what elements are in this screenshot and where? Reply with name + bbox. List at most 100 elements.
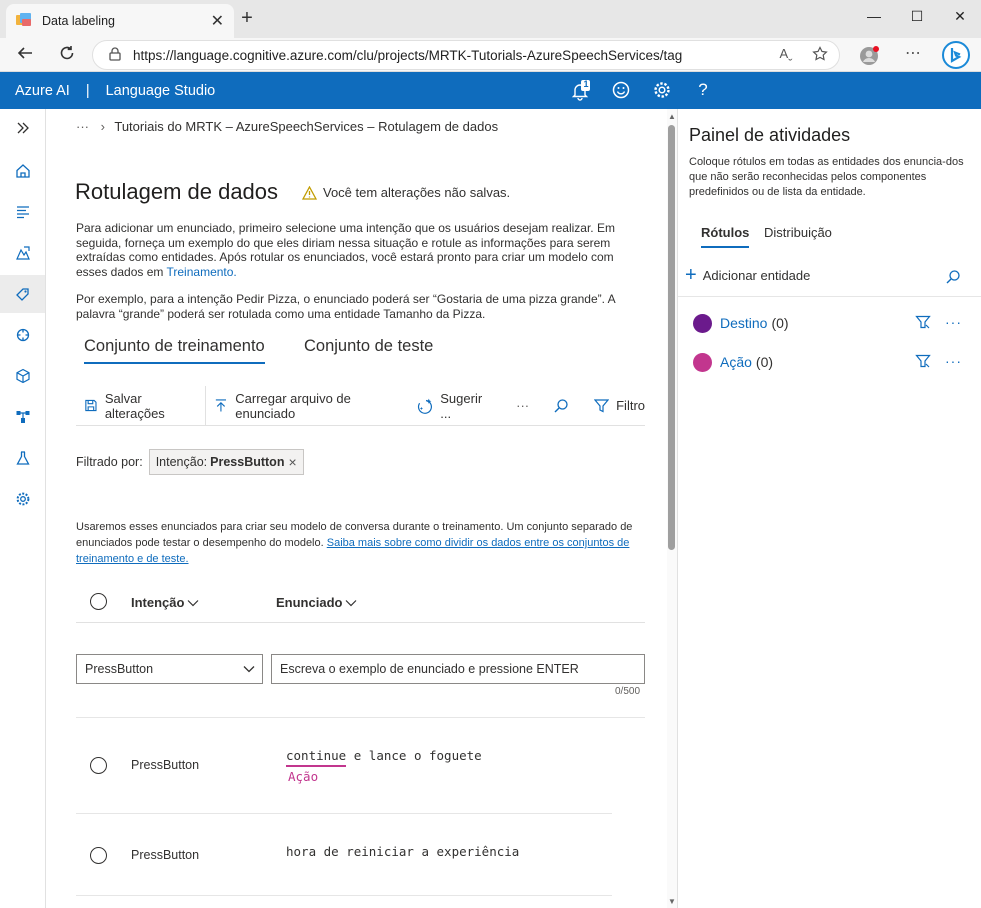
- unsaved-warning: Você tem alterações não salvas.: [302, 185, 510, 200]
- row-intent: PressButton: [131, 758, 200, 772]
- scrollbar-thumb[interactable]: [668, 125, 675, 550]
- tab-test-set[interactable]: Conjunto de teste: [304, 337, 433, 356]
- entity-name[interactable]: Destino: [720, 315, 767, 331]
- home-icon[interactable]: [0, 152, 45, 190]
- intro-text: Para adicionar um enunciado, primeiro se…: [76, 221, 615, 279]
- feedback-smiley-icon[interactable]: [610, 80, 632, 102]
- maximize-icon[interactable]: ☐: [905, 8, 929, 28]
- entity-name[interactable]: Ação: [720, 354, 752, 370]
- window-close-icon[interactable]: ✕: [948, 8, 972, 28]
- tab-close-icon[interactable]: ✕: [211, 11, 224, 31]
- favorite-icon[interactable]: [810, 46, 830, 64]
- scroll-up-icon[interactable]: ▲: [668, 112, 676, 121]
- intro-paragraph: Para adicionar um enunciado, primeiro se…: [76, 221, 636, 279]
- tab-distribution[interactable]: Distribuição: [764, 225, 832, 240]
- read-aloud-icon[interactable]: Aˬ: [776, 46, 796, 64]
- utterance-input[interactable]: Escreva o exemplo de enunciado e pressio…: [271, 654, 645, 684]
- activity-panel-description: Coloque rótulos em todas as entidades do…: [689, 156, 964, 198]
- project-settings-icon[interactable]: [0, 480, 45, 518]
- main-scrollbar[interactable]: ▲ ▼: [667, 109, 678, 908]
- scroll-down-icon[interactable]: ▼: [668, 897, 676, 906]
- table-header: Intenção Enunciado: [76, 587, 645, 623]
- filter-chip[interactable]: Intenção: PressButton ×: [148, 449, 304, 475]
- add-entity-button[interactable]: + Adicionar entidade: [685, 264, 811, 286]
- panel-divider: [678, 296, 981, 297]
- minimize-icon[interactable]: —: [862, 8, 886, 28]
- entity-more-icon[interactable]: ···: [945, 314, 962, 330]
- filter-button[interactable]: Filtro: [594, 386, 645, 426]
- tab-favicon-icon: [16, 12, 32, 30]
- search-icon[interactable]: [945, 269, 961, 290]
- labeled-entity-word[interactable]: continue: [286, 748, 347, 767]
- select-all-radio[interactable]: [90, 593, 107, 610]
- more-commands-button[interactable]: ···: [516, 386, 529, 426]
- settings-gear-icon[interactable]: [651, 80, 673, 102]
- info-paragraph: Usaremos esses enunciados para criar seu…: [76, 519, 651, 567]
- row-select-radio[interactable]: [90, 757, 107, 774]
- search-icon[interactable]: [553, 386, 576, 426]
- refresh-icon[interactable]: [56, 44, 78, 66]
- page-title: Rotulagem de dados: [75, 179, 279, 204]
- example-paragraph: Por exemplo, para a intenção Pedir Pizza…: [76, 292, 615, 321]
- training-link[interactable]: Treinamento.: [167, 265, 237, 279]
- entity-more-icon[interactable]: ···: [945, 353, 962, 369]
- main-content: ··· › Tutoriais do MRTK – AzureSpeechSer…: [46, 109, 666, 908]
- schema-definition-icon[interactable]: [0, 193, 45, 231]
- entity-filter-icon[interactable]: [915, 353, 931, 369]
- unsaved-warning-text: Você tem alterações não salvas.: [323, 185, 511, 200]
- intent-column-header[interactable]: Intenção: [131, 595, 199, 610]
- utterance-column-label: Enunciado: [276, 595, 343, 610]
- plus-icon: +: [685, 264, 697, 286]
- suggest-button[interactable]: Sugerir ...: [415, 386, 492, 426]
- intent-dropdown[interactable]: PressButton: [76, 654, 263, 684]
- entity-filter-icon[interactable]: [915, 314, 931, 330]
- help-icon[interactable]: ?: [692, 80, 714, 102]
- chevron-down-icon: [243, 666, 255, 673]
- remove-filter-icon[interactable]: ×: [288, 454, 296, 470]
- utterance-column-header[interactable]: Enunciado: [276, 595, 357, 610]
- tab-training-set[interactable]: Conjunto de treinamento: [84, 337, 265, 364]
- upload-utterance-label: Carregar arquivo de enunciado: [235, 390, 351, 421]
- url-field[interactable]: https://language.cognitive.azure.com/clu…: [92, 40, 840, 70]
- deployment-icon[interactable]: [0, 398, 45, 436]
- tab-labels[interactable]: Rótulos: [701, 225, 750, 248]
- deploy-icon[interactable]: [0, 234, 45, 272]
- browser-tab[interactable]: Data labeling ✕: [6, 4, 234, 38]
- breadcrumb: ··· › Tutoriais do MRTK – AzureSpeechSer…: [76, 119, 498, 134]
- bing-icon[interactable]: [942, 41, 970, 69]
- filter-chip-value: PressButton: [210, 455, 285, 469]
- breadcrumb-path[interactable]: Tutoriais do MRTK – AzureSpeechServices …: [114, 119, 498, 134]
- row-utterance[interactable]: continue e lance o foguete: [286, 748, 482, 767]
- save-icon: [85, 399, 97, 412]
- row-utterance[interactable]: hora de reiniciar a experiência: [286, 844, 519, 859]
- entity-color-dot: [693, 313, 712, 333]
- profile-avatar[interactable]: [859, 46, 879, 65]
- notification-bell-icon[interactable]: 1: [569, 79, 591, 102]
- product-name[interactable]: Language Studio: [106, 83, 216, 99]
- brand-name[interactable]: Azure AI: [15, 83, 70, 99]
- row-divider: [76, 717, 645, 718]
- save-changes-button[interactable]: Salvar alterações: [84, 386, 197, 426]
- row-select-radio[interactable]: [90, 847, 107, 864]
- add-entity-label: Adicionar entidade: [702, 267, 811, 283]
- url-text: https://language.cognitive.azure.com/clu…: [133, 47, 683, 63]
- activity-panel-title: Painel de atividades: [689, 125, 851, 145]
- entity-label-tag[interactable]: Ação: [288, 769, 318, 784]
- header-separator: |: [85, 82, 90, 99]
- upload-icon: [216, 399, 227, 412]
- expand-nav-icon[interactable]: [0, 109, 45, 147]
- intent-column-label: Intenção: [131, 595, 185, 610]
- breadcrumb-chevron-icon: ›: [100, 119, 105, 134]
- breadcrumb-overflow[interactable]: ···: [76, 119, 89, 134]
- entity-row-destination[interactable]: Destino (0): [693, 313, 789, 333]
- browser-menu-icon[interactable]: ⋯: [903, 43, 923, 62]
- entity-row-action[interactable]: Ação (0): [693, 352, 773, 372]
- model-performance-icon[interactable]: [0, 357, 45, 395]
- upload-utterance-button[interactable]: Carregar arquivo de enunciado: [214, 386, 400, 426]
- data-labeling-icon[interactable]: [0, 275, 45, 313]
- new-tab-button[interactable]: +: [236, 8, 258, 30]
- notification-count: 1: [583, 79, 589, 89]
- train-model-icon[interactable]: [0, 316, 45, 354]
- testing-flask-icon[interactable]: [0, 439, 45, 477]
- back-icon[interactable]: [14, 44, 36, 66]
